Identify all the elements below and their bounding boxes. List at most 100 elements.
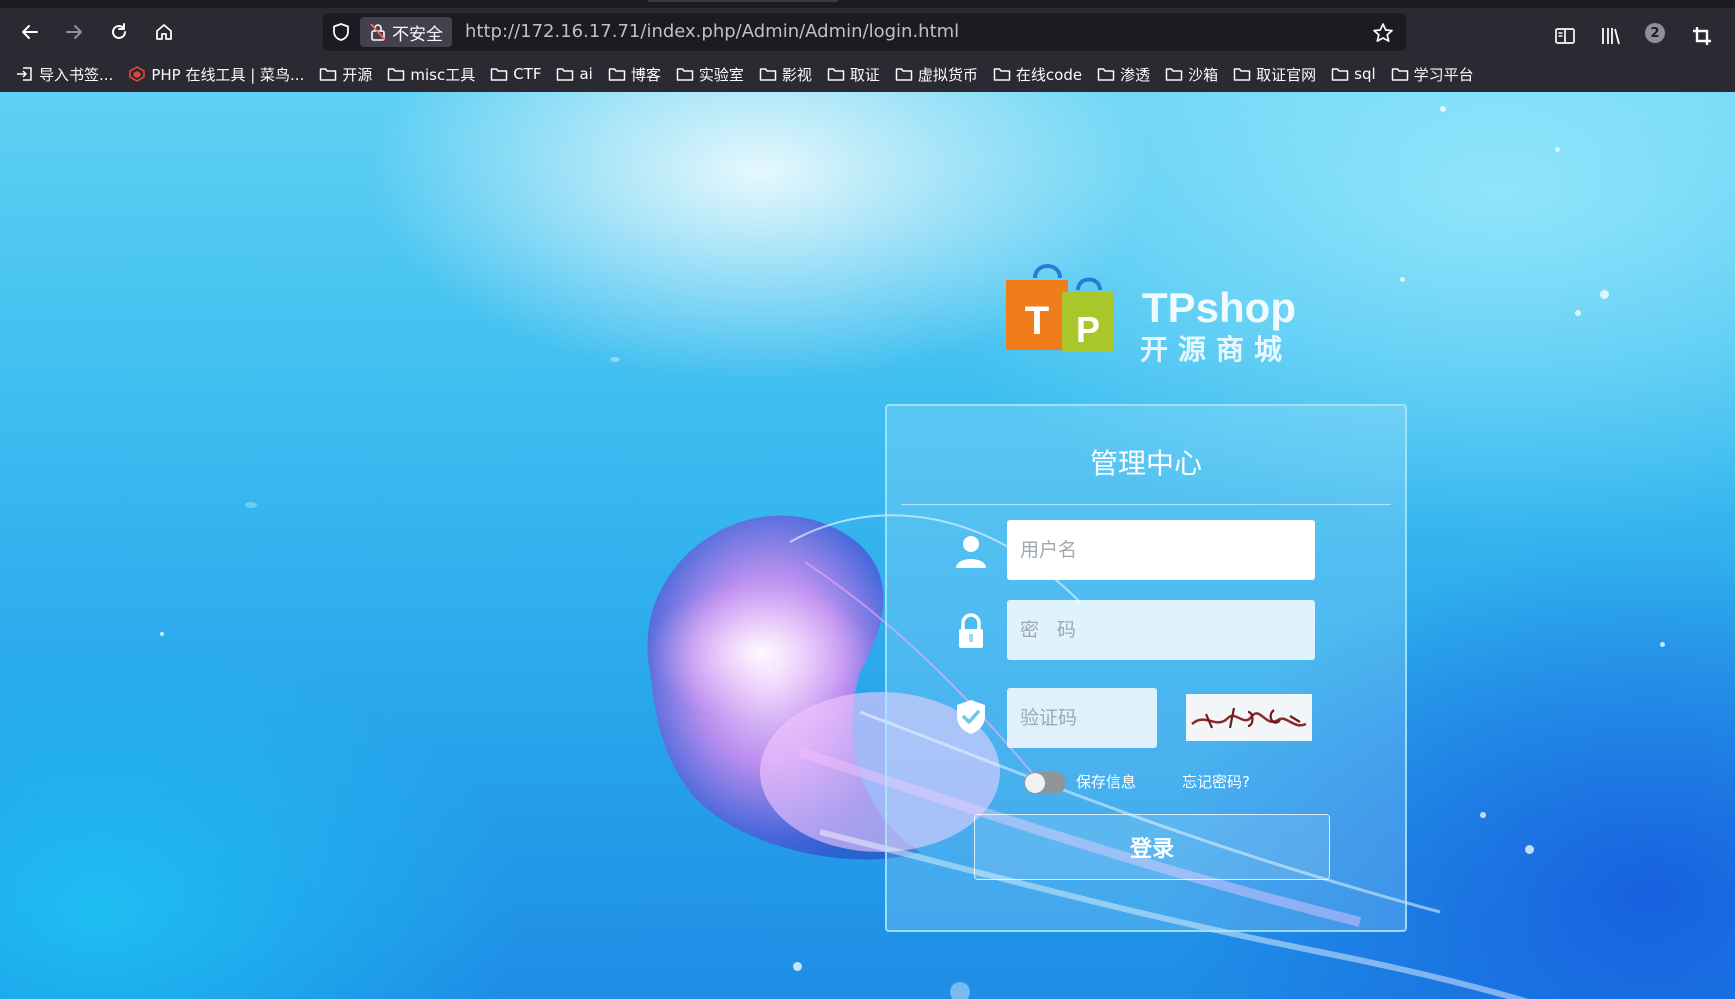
folder-icon [759,68,777,81]
bookmarks-bar: 导入书签... PHP 在线工具 | 菜鸟... 开源 misc工具 CTF a… [0,56,1735,92]
forward-button[interactable] [58,16,90,48]
back-icon [22,25,38,39]
captcha-image[interactable] [1186,694,1312,741]
bookmark-folder[interactable]: 取证 [827,64,880,85]
bookmark-folder[interactable]: ai [556,65,593,83]
logo-letter-t: T [1025,299,1049,343]
star-icon[interactable] [1372,22,1394,44]
bookmark-folder[interactable]: 学习平台 [1391,64,1474,85]
forward-icon [66,25,82,39]
bookmark-folder[interactable]: 取证官网 [1233,64,1316,85]
shield-icon[interactable] [331,22,351,42]
library-icon[interactable] [1598,24,1622,48]
folder-icon [557,68,574,81]
lock-warning-icon [370,23,386,41]
login-button[interactable]: 登录 [974,814,1330,880]
folder-icon [895,68,913,81]
remember-label[interactable]: 保存信息 [1076,771,1136,792]
logo-letter-p: P [1076,309,1100,350]
bookmark-label: 取证官网 [1256,65,1317,84]
bookmark-folder[interactable]: 渗透 [1097,64,1150,85]
bookmark-label: CTF [513,65,542,83]
bookmark-label: 导入书签... [39,65,114,84]
bubble [1400,277,1405,282]
user-icon [956,536,986,568]
folder-icon [827,68,845,81]
import-icon [17,67,32,81]
bookmark-folder[interactable]: 博客 [608,64,661,85]
bookmark-import[interactable]: 导入书签... [16,64,113,85]
folder-icon [1097,68,1115,81]
security-indicator[interactable]: 不安全 [360,17,452,47]
bubble [1600,290,1609,299]
bubble [1440,106,1446,112]
toggle-knob [1025,773,1045,793]
runoob-icon [129,66,146,82]
logo-subtitle: 开源商城 [1140,333,1293,366]
password-input[interactable] [1007,600,1315,660]
captcha-input[interactable] [1007,688,1157,748]
lock-icon [959,613,983,648]
login-panel: 管理中心 保存信息 忘记密码? 登录 [885,404,1407,932]
folder-icon [608,68,626,81]
back-button[interactable] [14,16,46,48]
bookmark-folder[interactable]: 开源 [319,64,372,85]
bookmark-label: 虚拟货币 [917,65,978,84]
bookmark-label: 学习平台 [1413,65,1474,84]
reader-view-icon[interactable] [1553,24,1577,48]
folder-icon [1331,68,1349,81]
home-icon [156,24,172,40]
security-label: 不安全 [392,24,443,45]
folder-icon [388,68,405,81]
folder-icon [320,68,337,81]
bubble [1555,147,1560,152]
folder-icon [1391,68,1408,81]
reload-icon [112,23,126,39]
home-button[interactable] [148,16,180,48]
bookmark-label: 渗透 [1120,65,1151,84]
panel-divider [901,504,1391,505]
bubble [1575,310,1581,316]
bookmark-folder[interactable]: 实验室 [676,64,744,85]
bookmark-label: 开源 [342,65,373,84]
bookmark-label: 在线code [1015,65,1083,84]
extension-icon[interactable] [1690,24,1714,48]
url-text[interactable]: http://172.16.17.71/index.php/Admin/Admi… [465,21,959,42]
shield-check-icon [957,700,985,734]
url-bar[interactable]: 不安全 http://172.16.17.71/index.php/Admin/… [323,13,1406,51]
bookmark-folder[interactable]: sql [1331,65,1376,83]
bookmark-folder[interactable]: 影视 [759,64,812,85]
bubble [245,502,257,508]
bookmark-folder[interactable]: misc工具 [387,64,475,85]
login-page: T P TPshop 开源商城 管理中心 保存信息 忘记密码 [0,92,1735,999]
bookmark-label: 实验室 [698,65,744,84]
bookmark-folder[interactable]: 在线code [993,64,1082,85]
account-badge-count: 2 [1650,25,1660,41]
bookmark-folder[interactable]: CTF [490,65,541,83]
folder-icon [993,68,1011,81]
bookmark-label: ai [579,65,593,83]
logo-name: TPshop [1142,284,1296,331]
username-input[interactable] [1007,520,1315,580]
bubble [1660,642,1665,647]
bookmark-label: 影视 [781,65,812,84]
reload-button[interactable] [103,16,135,48]
bookmark-folder[interactable]: 虚拟货币 [895,64,978,85]
bookmark-label: 取证 [849,65,880,84]
bubble [610,357,620,362]
bookmark-php-tools[interactable]: PHP 在线工具 | 菜鸟... [128,64,304,85]
folder-icon [1233,68,1251,81]
bookmark-label: sql [1354,65,1376,83]
bubble [160,632,164,636]
browser-toolbar: 不安全 http://172.16.17.71/index.php/Admin/… [0,8,1735,56]
forgot-password-link[interactable]: 忘记密码? [1182,771,1250,792]
remember-toggle[interactable] [1024,772,1066,794]
active-tab-indicator[interactable] [648,0,838,2]
account-icon[interactable]: 2 [1645,23,1665,43]
bookmark-label: 博客 [630,65,661,84]
bookmark-label: 沙箱 [1188,65,1219,84]
bookmark-folder[interactable]: 沙箱 [1165,64,1218,85]
bookmark-label: misc工具 [410,65,476,84]
folder-icon [490,68,508,81]
panel-title: 管理中心 [1089,447,1202,480]
